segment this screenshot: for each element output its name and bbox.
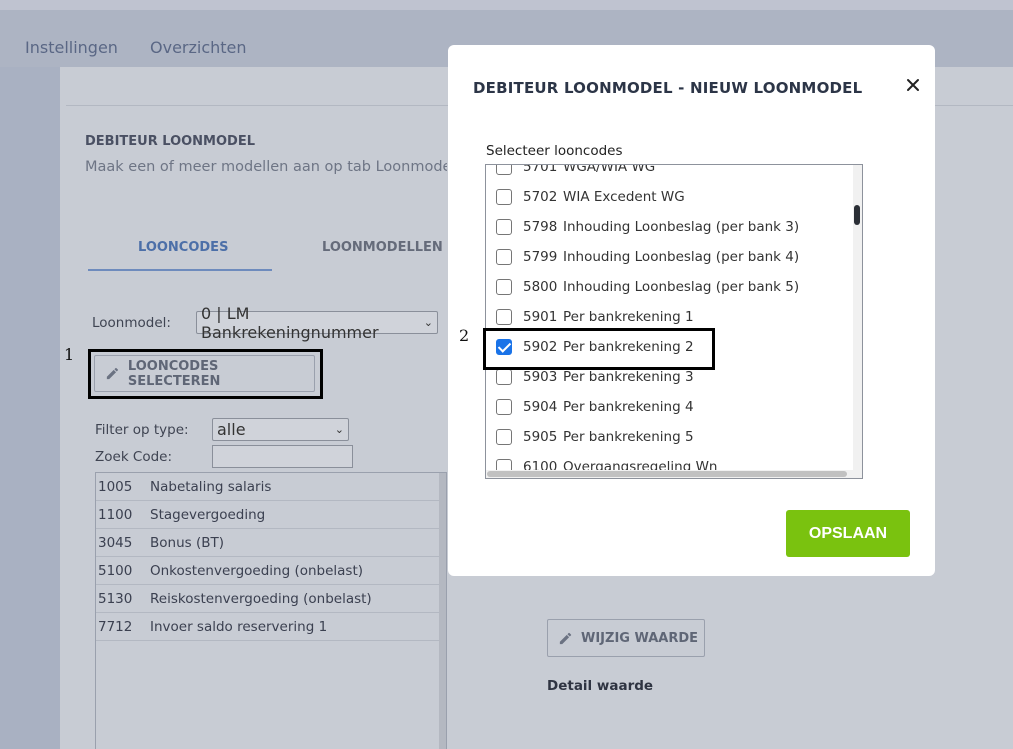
- search-code-input[interactable]: [212, 445, 353, 468]
- looncode-option[interactable]: 5904 Per bankrekening 4: [486, 392, 854, 422]
- filter-type-select[interactable]: alle ⌄: [212, 418, 349, 441]
- tab-loonmodellen[interactable]: LOONMODELLEN: [322, 240, 443, 255]
- loonmodel-select[interactable]: 0 | LM Bankrekeningnummer ⌄: [196, 304, 438, 342]
- pencil-icon: [106, 367, 119, 380]
- looncode-option-name: Inhouding Loonbeslag (per bank 5): [563, 279, 800, 295]
- looncode-option-name: Per bankrekening 4: [563, 399, 694, 415]
- wijzig-waarde-label: WIJZIG WAARDE: [581, 630, 699, 646]
- pencil-icon: [559, 632, 572, 644]
- looncode-option-code: 5702: [523, 189, 558, 205]
- filter-type-value: alle: [217, 420, 246, 439]
- checkbox[interactable]: [496, 279, 512, 295]
- looncode-option-name: Inhouding Loonbeslag (per bank 4): [563, 249, 800, 265]
- looncode-option-code: 5799: [523, 249, 558, 265]
- looncode-option-name: Per bankrekening 1: [563, 309, 694, 325]
- looncode-option-code: 5901: [523, 309, 558, 325]
- close-icon[interactable]: [903, 75, 923, 95]
- looncode-option-code: 5798: [523, 219, 558, 235]
- looncode-option-name: WGA/WIA WG: [563, 164, 656, 175]
- active-tab-indicator: [88, 269, 272, 271]
- looncode-option-code: 5800: [523, 279, 558, 295]
- looncode-option[interactable]: 5905 Per bankrekening 5: [486, 422, 854, 452]
- new-loonmodel-modal: DEBITEUR LOONMODEL - NIEUW LOONMODEL Sel…: [448, 45, 935, 576]
- chevron-down-icon: ⌄: [334, 423, 344, 436]
- scrollbar-thumb[interactable]: [487, 471, 847, 477]
- filter-type-label: Filter op type:: [95, 422, 189, 438]
- looncodes-list: 5701 WGA/WIA WG 5702 WIA Excedent WG 5798 Inh…: [486, 164, 854, 478]
- left-sidebar: [0, 67, 60, 749]
- wijzig-waarde-button[interactable]: WIJZIG WAARDE: [547, 619, 705, 657]
- looncode-option[interactable]: 5701 WGA/WIA WG: [486, 164, 854, 182]
- looncodes-list-title: Selecteer looncodes: [486, 143, 623, 159]
- vertical-scrollbar[interactable]: [853, 165, 862, 478]
- looncode-option-code: 5904: [523, 399, 558, 415]
- list-item[interactable]: 5100 Onkostenvergoeding (onbelast): [96, 557, 440, 585]
- section-title: DEBITEUR LOONMODEL: [85, 134, 256, 149]
- loonmodel-select-value: 0 | LM Bankrekeningnummer: [201, 303, 379, 342]
- list-scrollbar[interactable]: [439, 473, 446, 749]
- selected-codes-list[interactable]: 1005 Nabetaling salaris 1100 Stagevergoedi…: [95, 472, 447, 749]
- search-code-label: Zoek Code:: [95, 449, 173, 465]
- checkbox[interactable]: [496, 219, 512, 235]
- list-item[interactable]: 3045 Bonus (BT): [96, 529, 440, 557]
- looncode-option-code: 5903: [523, 369, 558, 385]
- looncode-option[interactable]: 5702 WIA Excedent WG: [486, 182, 854, 212]
- detail-waarde-label: Detail waarde: [547, 678, 654, 694]
- looncode-option[interactable]: 5800 Inhouding Loonbeslag (per bank 5): [486, 272, 854, 302]
- annotation-number-2: 2: [459, 326, 470, 345]
- opslaan-button[interactable]: OPSLAAN: [786, 510, 910, 557]
- list-item[interactable]: 1100 Stagevergoeding: [96, 501, 440, 529]
- looncode-option[interactable]: 5799 Inhouding Loonbeslag (per bank 4): [486, 242, 854, 272]
- looncode-option-code: 5701: [523, 164, 558, 175]
- looncode-option-name: Inhouding Loonbeslag (per bank 3): [563, 219, 800, 235]
- annotation-box-2: [483, 328, 715, 370]
- checkbox[interactable]: [496, 429, 512, 445]
- list-item[interactable]: 5130 Reiskostenvergoeding (onbelast): [96, 585, 440, 613]
- nav-instellingen[interactable]: Instellingen: [25, 38, 118, 57]
- loonmodel-label: Loonmodel:: [92, 315, 171, 331]
- tab-looncodes[interactable]: LOONCODES: [138, 240, 228, 255]
- looncode-option-name: WIA Excedent WG: [563, 189, 685, 205]
- section-description: Maak een of meer modellen aan op tab Loo…: [85, 159, 447, 175]
- looncode-option[interactable]: 5798 Inhouding Loonbeslag (per bank 3): [486, 212, 854, 242]
- looncode-option-code: 5905: [523, 429, 558, 445]
- nav-overzichten[interactable]: Overzichten: [150, 38, 247, 57]
- checkbox[interactable]: [496, 249, 512, 265]
- modal-title: DEBITEUR LOONMODEL - NIEUW LOONMODEL: [473, 79, 863, 97]
- top-strip: [0, 0, 1013, 10]
- checkbox[interactable]: [496, 399, 512, 415]
- annotation-number-1: 1: [64, 345, 75, 364]
- scrollbar-thumb[interactable]: [854, 205, 860, 225]
- list-item[interactable]: 1005 Nabetaling salaris: [96, 473, 440, 501]
- checkbox[interactable]: [496, 189, 512, 205]
- chevron-down-icon: ⌄: [423, 316, 433, 329]
- checkbox[interactable]: [496, 309, 512, 325]
- looncodes-selecteren-label: LOONCODES SELECTEREN: [127, 358, 221, 389]
- looncode-option-name: Per bankrekening 3: [563, 369, 694, 385]
- looncode-option-name: Per bankrekening 5: [563, 429, 694, 445]
- horizontal-scrollbar[interactable]: [486, 470, 862, 478]
- list-item[interactable]: 7712 Invoer saldo reservering 1: [96, 613, 440, 641]
- looncodes-selecteren-button[interactable]: LOONCODES SELECTEREN: [94, 355, 315, 392]
- checkbox[interactable]: [496, 165, 512, 175]
- looncodes-listbox[interactable]: 5701 WGA/WIA WG 5702 WIA Excedent WG 5798 Inh…: [485, 164, 863, 479]
- checkbox[interactable]: [496, 369, 512, 385]
